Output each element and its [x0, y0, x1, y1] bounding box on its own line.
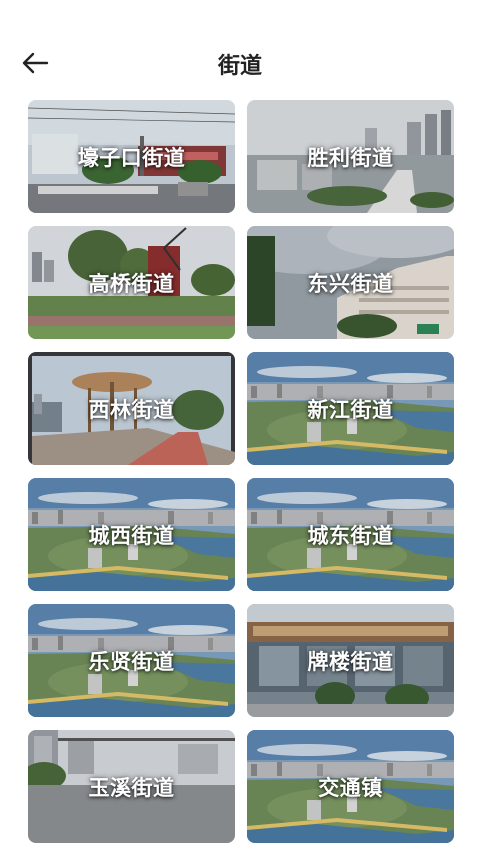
- street-card[interactable]: 东兴街道: [247, 226, 454, 339]
- street-card[interactable]: 高桥街道: [28, 226, 235, 339]
- card-label: 乐贤街道: [88, 650, 175, 674]
- street-card[interactable]: 乐贤街道: [28, 604, 235, 717]
- street-card[interactable]: 壕子口街道: [28, 100, 235, 213]
- card-label: 交通镇: [318, 776, 383, 800]
- card-label: 玉溪街道: [88, 776, 175, 800]
- card-label: 高桥街道: [88, 272, 175, 296]
- card-label: 牌楼街道: [307, 650, 394, 674]
- card-label: 新江街道: [307, 398, 394, 422]
- street-card[interactable]: 西林街道: [28, 352, 235, 465]
- street-card[interactable]: 交通镇: [247, 730, 454, 843]
- street-card[interactable]: 城西街道: [28, 478, 235, 591]
- street-card[interactable]: 玉溪街道: [28, 730, 235, 843]
- app-header: 街道: [0, 0, 480, 100]
- page-title: 街道: [217, 54, 262, 79]
- card-label: 胜利街道: [307, 146, 394, 170]
- street-card[interactable]: 牌楼街道: [247, 604, 454, 717]
- street-card[interactable]: 胜利街道: [247, 100, 454, 213]
- card-label: 西林街道: [88, 398, 175, 422]
- card-label: 东兴街道: [307, 272, 394, 296]
- street-grid: 壕子口街道 胜利街道 高桥街道 东兴街道 西林街道 新江街道 城西街道 城东街道…: [28, 100, 454, 843]
- card-label: 城西街道: [88, 524, 175, 548]
- card-label: 壕子口街道: [77, 146, 186, 170]
- card-label: 城东街道: [307, 524, 394, 548]
- street-card[interactable]: 城东街道: [247, 478, 454, 591]
- street-card[interactable]: 新江街道: [247, 352, 454, 465]
